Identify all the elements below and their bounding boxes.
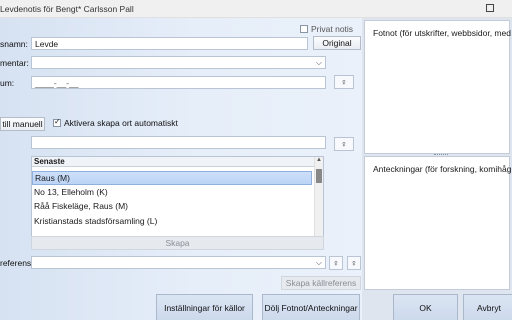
list-item[interactable]: Raus (M) — [32, 171, 312, 185]
reference-label: referens: — [0, 258, 34, 268]
date-field[interactable]: ____-__-__ — [31, 76, 326, 89]
cancel-button[interactable]: Avbryt — [463, 294, 512, 320]
list-item[interactable]: Råå Fiskeläge, Raus (M) — [32, 199, 312, 213]
hint-alt-icon[interactable]: ♀ — [347, 256, 361, 270]
lightbulb-icon[interactable]: ♀ — [334, 75, 354, 89]
name-field[interactable]: Levde — [31, 37, 308, 50]
footnote-title: Fotnot (för utskrifter, webbsidor, med m — [373, 28, 512, 38]
list-item[interactable]: No 13, Elleholm (K) — [32, 185, 312, 199]
create-source-ref-button[interactable]: Skapa källreferens — [281, 276, 361, 290]
title-bar: Levdenotis för Bengt* Carlsson Pall — [0, 0, 512, 18]
scroll-thumb[interactable] — [316, 169, 322, 183]
auto-create-label: Aktivera skapa ort automatiskt — [64, 118, 178, 128]
chevron-down-icon: ⌵ — [315, 258, 322, 267]
comment-dropdown[interactable]: ⌵ — [31, 56, 326, 69]
original-button[interactable]: Original — [313, 36, 361, 50]
footnote-panel[interactable]: Fotnot (för utskrifter, webbsidor, med m — [364, 20, 512, 154]
chevron-down-icon: ⌵ — [315, 58, 322, 67]
create-button[interactable]: Skapa — [31, 236, 324, 250]
scroll-up-icon[interactable]: ▲ — [315, 157, 323, 165]
lightbulb-icon[interactable]: ♀ — [334, 137, 354, 151]
name-label: snamn: — [0, 39, 28, 49]
list-header: Senaste — [32, 157, 323, 167]
lightbulb-icon[interactable]: ♀ — [329, 256, 343, 270]
list-item[interactable]: Kristianstads stadsförsamling (L) — [32, 214, 312, 228]
left-pane: Privat notis snamn: Levde Original menta… — [0, 18, 362, 320]
ok-button[interactable]: OK — [393, 294, 458, 320]
place-field[interactable] — [31, 136, 326, 149]
reference-dropdown[interactable]: ⌵ — [31, 256, 326, 269]
switch-manual-button[interactable]: till manuell — [0, 117, 45, 131]
right-pane: Fotnot (för utskrifter, webbsidor, med m… — [362, 18, 512, 320]
notes-title: Anteckningar (för forskning, komihåg, o — [373, 164, 512, 174]
notes-panel[interactable]: Anteckningar (för forskning, komihåg, o — [364, 156, 512, 290]
hide-footnote-button[interactable]: Dölj Fotnot/Anteckningar — [262, 294, 360, 320]
window-title: Levdenotis för Bengt* Carlsson Pall — [0, 4, 134, 14]
private-label: Privat notis — [311, 24, 354, 34]
auto-create-checkbox[interactable] — [53, 117, 61, 127]
date-label: um: — [0, 78, 15, 88]
source-settings-button[interactable]: Inställningar för källor — [156, 294, 253, 320]
date-value: ____-__-__ — [35, 78, 79, 88]
name-value: Levde — [35, 39, 59, 49]
private-checkbox[interactable] — [300, 25, 308, 33]
comment-label: mentar: — [0, 58, 29, 68]
maximize-icon[interactable] — [486, 4, 494, 12]
